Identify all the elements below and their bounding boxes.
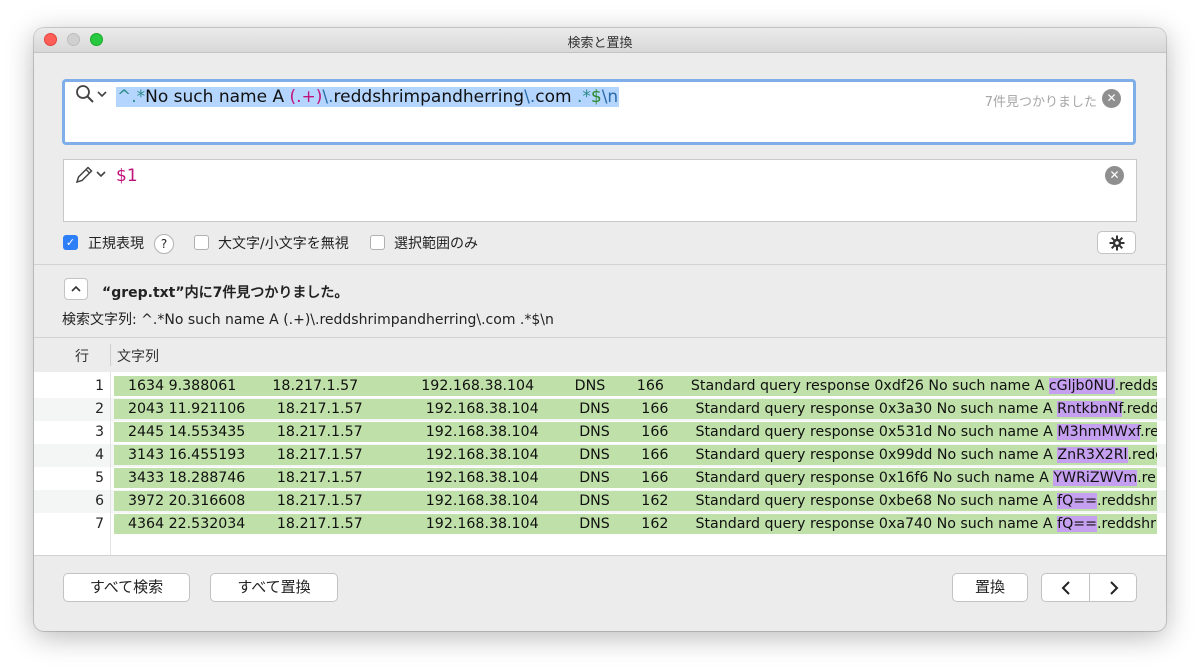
capture-group-highlight: YWRiZWVm — [1053, 470, 1138, 486]
column-divider — [110, 372, 111, 555]
regex-anchor: $ — [590, 87, 602, 107]
match-prefix: 3972 20.316608 18.217.1.57 192.168.38.10… — [128, 493, 1058, 509]
regex-newline: \n — [601, 87, 619, 107]
replace-value: $1 — [116, 166, 138, 186]
match-suffix: .redd... — [1127, 447, 1157, 463]
search-string-label: 検索文字列: ^.*No such name A (.+)\.reddshrim… — [62, 312, 554, 328]
clear-icon[interactable]: ✕ — [1102, 89, 1121, 108]
titlebar: 検索と置換 — [34, 28, 1166, 53]
match-prefix: 2445 14.553435 18.217.1.57 192.168.38.10… — [128, 424, 1058, 440]
row-match-text: 1634 9.388061 18.217.1.57 192.168.38.104… — [114, 376, 1157, 396]
row-match-text: 3143 16.455193 18.217.1.57 192.168.38.10… — [114, 445, 1157, 465]
chevron-down-icon[interactable] — [97, 90, 107, 101]
regex-escape: \. — [322, 87, 334, 107]
row-line-number: 3 — [95, 424, 104, 440]
row-line-number: 4 — [95, 447, 104, 463]
replace-button[interactable]: 置換 — [952, 573, 1028, 602]
regex-escape: \. — [524, 87, 536, 107]
match-count-label: 7件見つかりました — [984, 95, 1097, 110]
table-row[interactable]: 7 4364 22.532034 18.217.1.57 192.168.38.… — [34, 513, 1166, 536]
row-match-text: 3433 18.288746 18.217.1.57 192.168.38.10… — [114, 468, 1157, 488]
results-table: 1 1634 9.388061 18.217.1.57 192.168.38.1… — [34, 372, 1166, 555]
match-suffix: .re... — [1140, 424, 1157, 440]
match-prefix: 2043 11.921106 18.217.1.57 192.168.38.10… — [128, 401, 1058, 417]
match-prefix: 3433 18.288746 18.217.1.57 192.168.38.10… — [128, 470, 1054, 486]
magnifier-icon[interactable] — [75, 84, 95, 109]
match-navigation — [1041, 573, 1137, 602]
regex-prefix: ^.* — [117, 87, 146, 107]
find-query-text: ^.*No such name A (.+)\.reddshrimpandher… — [116, 87, 620, 107]
find-input[interactable]: ^.*No such name A (.+)\.reddshrimpandher… — [62, 79, 1136, 145]
table-row[interactable]: 3 2445 14.553435 18.217.1.57 192.168.38.… — [34, 421, 1166, 444]
regex-wildcard: .* — [576, 87, 591, 107]
divider — [34, 555, 1166, 556]
previous-match-button[interactable] — [1042, 574, 1089, 601]
capture-group-highlight: ZnR3X2Rl — [1057, 447, 1128, 463]
regex-literal: No such name A — [145, 87, 290, 107]
match-prefix: 4364 22.532034 18.217.1.57 192.168.38.10… — [128, 516, 1058, 532]
table-row[interactable]: 1 1634 9.388061 18.217.1.57 192.168.38.1… — [34, 375, 1166, 398]
regex-label: 正規表現 — [88, 236, 144, 252]
row-line-number: 5 — [95, 470, 104, 486]
ignore-case-label: 大文字/小文字を無視 — [218, 236, 349, 252]
match-suffix: .reddshri... — [1097, 493, 1157, 509]
match-suffix: .redds... — [1122, 401, 1157, 417]
table-row[interactable]: 5 3433 18.288746 18.217.1.57 192.168.38.… — [34, 467, 1166, 490]
gear-icon[interactable] — [1097, 231, 1136, 254]
column-divider — [110, 344, 111, 366]
regex-group: (.+) — [289, 87, 323, 107]
capture-group-highlight: fQ== — [1057, 516, 1098, 532]
replace-all-button[interactable]: すべて置換 — [210, 573, 338, 602]
window-title: 検索と置換 — [567, 36, 633, 51]
table-row[interactable]: 6 3972 20.316608 18.217.1.57 192.168.38.… — [34, 490, 1166, 513]
column-header-line[interactable]: 行 — [75, 346, 89, 366]
row-line-number: 7 — [95, 516, 104, 532]
regex-literal: com — [535, 87, 577, 107]
selection-only-label: 選択範囲のみ — [394, 236, 478, 252]
results-summary: “grep.txt”内に7件見つかりました。 — [102, 285, 349, 301]
replace-input[interactable]: $1 ✕ — [63, 159, 1137, 222]
match-prefix: 3143 16.455193 18.217.1.57 192.168.38.10… — [128, 447, 1058, 463]
capture-group-highlight: RntkbnNf — [1057, 401, 1123, 417]
row-match-text: 3972 20.316608 18.217.1.57 192.168.38.10… — [114, 491, 1157, 511]
match-suffix: .reddshri... — [1097, 516, 1157, 532]
match-suffix: .re... — [1137, 470, 1157, 486]
collapse-results-button[interactable] — [64, 278, 88, 300]
pencil-icon[interactable] — [74, 165, 94, 190]
capture-group-highlight: fQ== — [1057, 493, 1098, 509]
capture-group-highlight: M3hmMWxf — [1057, 424, 1141, 440]
row-line-number: 1 — [95, 378, 104, 394]
results-table-header: 行 文字列 — [34, 338, 1166, 372]
clear-icon[interactable]: ✕ — [1105, 166, 1124, 185]
row-line-number: 6 — [95, 493, 104, 509]
table-row[interactable]: 2 2043 11.921106 18.217.1.57 192.168.38.… — [34, 398, 1166, 421]
regex-checkbox[interactable]: ✓ — [63, 235, 78, 250]
row-match-text: 4364 22.532034 18.217.1.57 192.168.38.10… — [114, 514, 1157, 534]
match-prefix: 1634 9.388061 18.217.1.57 192.168.38.104… — [128, 378, 1049, 394]
find-replace-window: 検索と置換 ^.*No such name A (.+)\.reddshrimp… — [34, 28, 1166, 631]
column-header-text[interactable]: 文字列 — [117, 346, 159, 366]
help-button[interactable]: ? — [154, 234, 174, 254]
selection-only-checkbox[interactable] — [370, 235, 385, 250]
table-row[interactable]: 4 3143 16.455193 18.217.1.57 192.168.38.… — [34, 444, 1166, 467]
find-all-button[interactable]: すべて検索 — [63, 573, 190, 602]
regex-literal: reddshrimpandherring — [333, 87, 525, 107]
row-match-text: 2445 14.553435 18.217.1.57 192.168.38.10… — [114, 422, 1157, 442]
match-suffix: .redds... — [1114, 378, 1157, 394]
ignore-case-checkbox[interactable] — [194, 235, 209, 250]
chevron-down-icon[interactable] — [96, 170, 106, 181]
row-line-number: 2 — [95, 401, 104, 417]
capture-group-highlight: cGljb0NU — [1048, 378, 1115, 394]
row-match-text: 2043 11.921106 18.217.1.57 192.168.38.10… — [114, 399, 1157, 419]
divider — [34, 264, 1166, 265]
next-match-button[interactable] — [1090, 574, 1137, 601]
